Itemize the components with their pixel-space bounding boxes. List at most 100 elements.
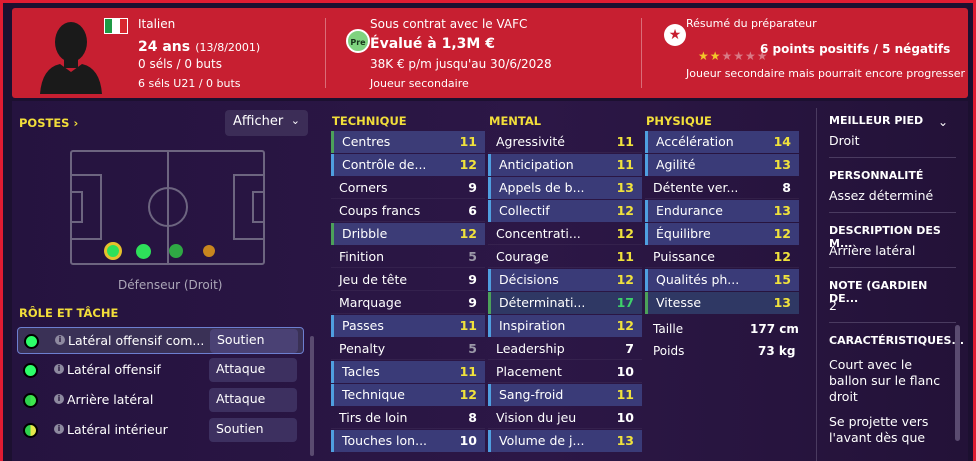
sidebar-scrollbar[interactable] xyxy=(955,325,960,441)
attribute-row[interactable]: Collectif 12 xyxy=(488,200,642,222)
duty-dropdown[interactable]: Soutien xyxy=(209,418,297,442)
attribute-row[interactable]: Tirs de loin 8 xyxy=(331,407,485,429)
attribute-row[interactable]: Penalty 5 xyxy=(331,338,485,360)
info-icon[interactable]: i xyxy=(54,394,64,404)
trait-line: Court avec le xyxy=(829,357,913,372)
attribute-row[interactable]: Qualités ph... 15 xyxy=(645,269,799,291)
height-label: Taille xyxy=(653,322,684,336)
info-icon[interactable]: i xyxy=(55,335,65,345)
role-label: Latéral intérieur xyxy=(67,422,168,437)
attribute-row[interactable]: Déterminati... 17 xyxy=(488,292,642,314)
attribute-name: Leadership xyxy=(496,341,565,356)
role-label: Arrière latéral xyxy=(67,392,154,407)
attribute-row[interactable]: Équilibre 12 xyxy=(645,223,799,245)
chevron-down-icon[interactable]: ⌄ xyxy=(938,115,948,129)
role-suitability-dot xyxy=(23,363,38,378)
attribute-row[interactable]: Accélération 14 xyxy=(645,131,799,153)
positions-title[interactable]: POSTES › xyxy=(19,116,78,130)
attribute-name: Vision du jeu xyxy=(496,410,577,425)
attribute-row[interactable]: Courage 11 xyxy=(488,246,642,268)
coach-points: 6 points positifs / 5 négatifs xyxy=(760,42,951,56)
attribute-name: Appels de b... xyxy=(499,180,585,195)
goal-area-left xyxy=(70,191,83,223)
attribute-row[interactable]: Agressivité 11 xyxy=(488,131,642,153)
role-row[interactable]: i Latéral offensif com... Soutien xyxy=(17,327,304,354)
role-suitability-dot xyxy=(24,334,39,349)
attribute-value: 14 xyxy=(773,134,791,149)
attribute-row[interactable]: Concentrati... 12 xyxy=(488,223,642,245)
positions-title-label: POSTES xyxy=(19,116,70,130)
attribute-row[interactable]: Vision du jeu 10 xyxy=(488,407,642,429)
attribute-name: Technique xyxy=(342,387,405,402)
attribute-value: 12 xyxy=(459,157,477,172)
role-label: Latéral offensif xyxy=(67,362,161,377)
attribute-row[interactable]: Agilité 13 xyxy=(645,154,799,176)
attribute-row[interactable]: Endurance 13 xyxy=(645,200,799,222)
attribute-value: 7 xyxy=(625,341,634,356)
attribute-row[interactable]: Touches lon... 10 xyxy=(331,430,485,452)
attribute-row[interactable]: Contrôle de... 12 xyxy=(331,154,485,176)
attribute-row[interactable]: Inspiration 12 xyxy=(488,315,642,337)
star-badge-icon: ★ xyxy=(664,24,686,46)
birthdate: (13/8/2001) xyxy=(195,41,261,54)
position-dot[interactable] xyxy=(136,244,151,259)
attribute-row[interactable]: Anticipation 11 xyxy=(488,154,642,176)
role-row[interactable]: i Latéral intérieur Soutien xyxy=(17,417,304,444)
role-row[interactable]: i Latéral offensif Attaque xyxy=(17,357,304,384)
role-row[interactable]: i Arrière latéral Attaque xyxy=(17,387,304,414)
personality-value: Assez déterminé xyxy=(829,188,934,203)
contract-status: Sous contrat avec le VAFC xyxy=(370,17,528,31)
attribute-name: Volume de j... xyxy=(499,433,585,448)
attribute-row[interactable]: Passes 11 xyxy=(331,315,485,337)
trait-line: ballon sur le flanc xyxy=(829,373,941,388)
divider xyxy=(829,267,956,268)
attribute-row[interactable]: Volume de j... 13 xyxy=(488,430,642,452)
attribute-name: Puissance xyxy=(653,249,715,264)
attribute-row[interactable]: Marquage 9 xyxy=(331,292,485,314)
duty-dropdown[interactable]: Soutien xyxy=(210,329,298,353)
attribute-value: 9 xyxy=(468,180,477,195)
attribute-row[interactable]: Coups francs 6 xyxy=(331,200,485,222)
attribute-row[interactable]: Dribble 12 xyxy=(331,223,485,245)
star-filled-icon: ★★ xyxy=(698,49,722,63)
position-dot[interactable] xyxy=(169,244,183,258)
attribute-name: Vitesse xyxy=(656,295,702,310)
attribute-row[interactable]: Centres 11 xyxy=(331,131,485,153)
position-dot-primary[interactable] xyxy=(104,242,122,260)
attribute-value: 13 xyxy=(773,295,791,310)
attribute-row[interactable]: Appels de b... 13 xyxy=(488,177,642,199)
attribute-row[interactable]: Tacles 11 xyxy=(331,361,485,383)
attribute-row[interactable]: Détente ver... 8 xyxy=(645,177,799,199)
duty-dropdown[interactable]: Attaque xyxy=(209,388,297,412)
attribute-row[interactable]: Décisions 12 xyxy=(488,269,642,291)
position-dot[interactable] xyxy=(203,245,215,257)
squad-status: Joueur secondaire xyxy=(370,77,469,90)
attribute-name: Décisions xyxy=(499,272,559,287)
attribute-value: 11 xyxy=(616,387,634,402)
attribute-name: Contrôle de... xyxy=(342,157,427,172)
attribute-row[interactable]: Jeu de tête 9 xyxy=(331,269,485,291)
attribute-row[interactable]: Placement 10 xyxy=(488,361,642,383)
info-icon[interactable]: i xyxy=(54,364,64,374)
attribute-row[interactable]: Puissance 12 xyxy=(645,246,799,268)
attribute-row[interactable]: Leadership 7 xyxy=(488,338,642,360)
attribute-value: 8 xyxy=(782,180,791,195)
attribute-row[interactable]: Corners 9 xyxy=(331,177,485,199)
duty-dropdown[interactable]: Attaque xyxy=(209,358,297,382)
position-pitch xyxy=(70,150,265,265)
attribute-row[interactable]: Sang-froid 11 xyxy=(488,384,642,406)
roles-scrollbar[interactable] xyxy=(310,336,314,456)
gk-rating-title: NOTE (GARDIEN DE... xyxy=(829,279,928,305)
caps: 0 séls / 0 buts xyxy=(138,57,222,71)
player-value: Évalué à 1,3M € xyxy=(370,36,495,52)
attribute-name: Détente ver... xyxy=(653,180,739,195)
attribute-row[interactable]: Technique 12 xyxy=(331,384,485,406)
attribute-row[interactable]: Vitesse 13 xyxy=(645,292,799,314)
positions-display-dropdown[interactable]: Afficher ⌄ xyxy=(225,110,308,136)
info-icon[interactable]: i xyxy=(54,424,64,434)
technique-title: TECHNIQUE xyxy=(332,114,407,128)
contract-pre-badge: Pre xyxy=(346,29,370,53)
attribute-row[interactable]: Finition 5 xyxy=(331,246,485,268)
coach-summary-title: Résumé du préparateur xyxy=(686,17,817,30)
attribute-name: Dribble xyxy=(342,226,388,241)
